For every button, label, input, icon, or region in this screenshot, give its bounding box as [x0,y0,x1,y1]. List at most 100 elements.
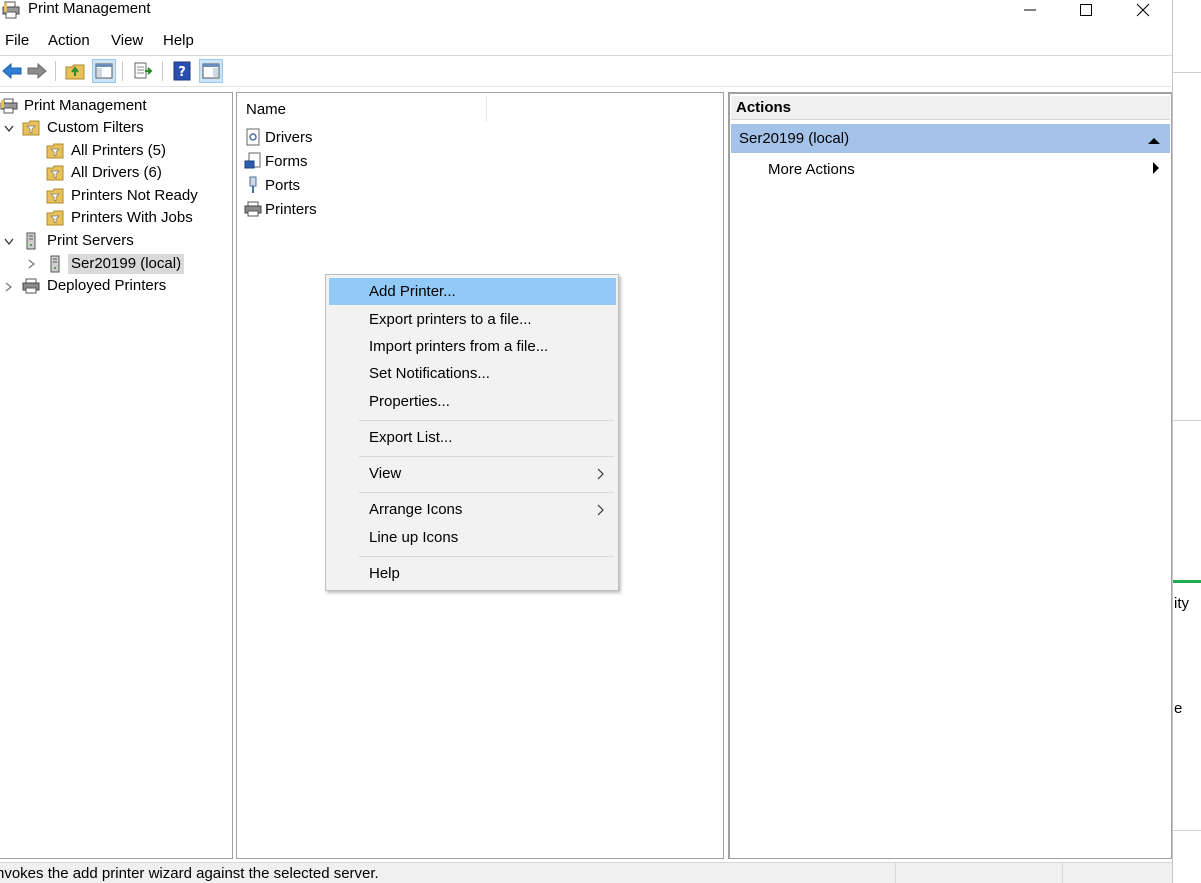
context-menu-separator [359,420,614,421]
context-menu-separator [359,492,614,493]
back-arrow-icon[interactable] [0,59,24,83]
context-menu-label: Add Printer... [369,283,456,300]
tree-label: All Drivers (6) [71,164,162,181]
help-icon[interactable]: ? [170,59,194,83]
svg-text:?: ? [178,65,186,80]
list-label: Printers [265,200,317,218]
chevron-right-icon [597,503,604,520]
menu-file[interactable]: File [0,29,37,53]
chevron-right-icon[interactable] [26,258,38,270]
context-menu-properties[interactable]: Properties... [329,388,616,415]
chevron-right-icon[interactable] [3,281,15,293]
collapse-triangle-icon[interactable] [1148,132,1160,149]
print-management-app-icon [2,1,22,19]
tree-item-all-drivers[interactable]: All Drivers (6) [46,162,165,184]
context-menu-add-printer[interactable]: Add Printer... [329,278,616,305]
tree-label: Print Management [24,97,147,114]
server-icon [46,255,64,273]
tree-item-custom-filters[interactable]: Custom Filters [22,117,147,139]
menu-help[interactable]: Help [158,29,202,53]
context-menu-label: Import printers from a file... [369,338,549,355]
tree-item-server-local[interactable]: Ser20199 (local) [46,253,185,275]
tree-item-deployed-printers[interactable]: Deployed Printers [22,275,169,297]
context-menu-label: Help [369,565,400,582]
tree-label: Printers With Jobs [71,209,193,226]
drivers-icon [244,128,262,146]
menu-bar: File Action View Help [0,29,1172,53]
context-menu-label: Set Notifications... [369,365,490,382]
window-title: Print Management [28,0,151,17]
actions-header: Actions [731,96,1170,120]
column-name-header[interactable]: Name [246,101,286,118]
show-hide-action-pane-icon[interactable] [199,59,223,83]
tree-item-printers-with-jobs[interactable]: Printers With Jobs [46,207,196,229]
context-menu-export-list[interactable]: Export List... [329,424,616,451]
title-bar[interactable] [0,0,1172,22]
list-item-forms[interactable]: Forms [244,150,308,172]
filter-folder-icon [46,164,64,182]
list-label: Forms [265,152,308,170]
status-divider [895,862,896,883]
tree-label: Printers Not Ready [71,187,198,204]
context-menu-help[interactable]: Help [329,560,616,587]
menu-action[interactable]: Action [43,29,98,53]
actions-server-label: Ser20199 (local) [739,130,850,147]
status-text: nvokes the add printer wizard against th… [0,865,379,882]
chevron-down-icon[interactable] [3,236,15,248]
context-menu-line-up-icons[interactable]: Line up Icons [329,524,616,551]
context-menu-view[interactable]: View [329,460,616,487]
tree-label: All Printers (5) [71,142,167,159]
forms-icon [244,152,262,170]
list-label: Ports [265,176,301,194]
tree-item-printers-not-ready[interactable]: Printers Not Ready [46,185,201,207]
show-hide-console-tree-icon[interactable] [92,59,116,83]
context-menu-arrange-icons[interactable]: Arrange Icons [329,496,616,523]
actions-server-section[interactable]: Ser20199 (local) [731,124,1170,153]
menu-separator [0,55,1172,56]
background-divider [1173,72,1201,73]
context-menu-separator [359,556,614,557]
toolbar: ? [0,57,1172,85]
submenu-triangle-icon[interactable] [1152,161,1160,179]
filter-folder-icon [22,119,40,137]
more-actions-item[interactable]: More Actions [768,158,1168,180]
status-divider [1062,862,1063,883]
up-folder-icon[interactable] [63,59,87,83]
list-item-ports[interactable]: Ports [244,174,300,196]
context-menu-label: View [369,465,402,482]
list-item-drivers[interactable]: Drivers [244,126,313,148]
server-icon [22,232,40,250]
context-menu-label: Arrange Icons [369,501,463,518]
context-menu-export-printers[interactable]: Export printers to a file... [329,306,616,333]
background-divider [1173,830,1201,831]
print-management-icon [0,97,18,115]
maximize-button[interactable] [1058,0,1114,20]
background-window-strip [1172,0,1201,883]
tree-item-all-printers[interactable]: All Printers (5) [46,140,169,162]
tree-label: Print Servers [47,232,134,249]
tree-label: Deployed Printers [47,277,167,294]
tree-item-print-servers[interactable]: Print Servers [22,230,137,252]
minimize-button[interactable] [1002,0,1058,20]
toolbar-separator [122,61,123,81]
forward-arrow-icon[interactable] [25,59,49,83]
printer-icon [244,200,262,218]
chevron-right-icon [597,467,604,484]
close-button[interactable] [1115,0,1171,20]
toolbar-separator [162,61,163,81]
chevron-down-icon[interactable] [3,123,15,135]
background-text-fragment: ity [1174,595,1189,612]
tree-item-print-management[interactable]: Print Management [0,95,150,117]
list-item-printers[interactable]: Printers [244,198,317,220]
actions-pane [728,92,1172,859]
filter-folder-icon [46,209,64,227]
menu-view[interactable]: View [106,29,151,53]
context-menu: Add Printer... Export printers to a file… [325,274,619,591]
export-list-icon[interactable] [131,59,155,83]
background-green-bar [1173,580,1201,583]
toolbar-separator-line [0,86,1172,87]
list-label: Drivers [265,128,313,146]
context-menu-label: Export List... [369,429,453,446]
context-menu-set-notifications[interactable]: Set Notifications... [329,360,616,387]
context-menu-import-printers[interactable]: Import printers from a file... [329,333,616,360]
